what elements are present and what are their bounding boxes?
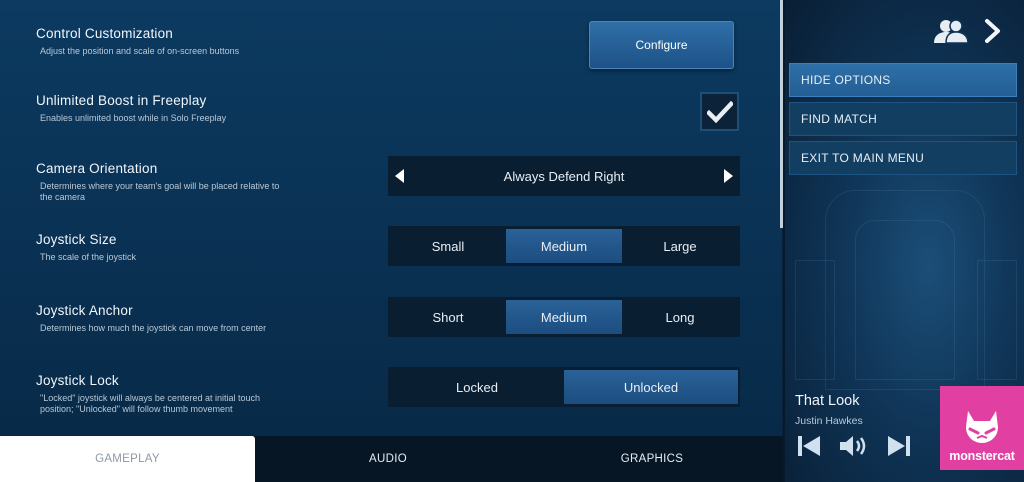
now-playing-title: That Look [795, 393, 860, 409]
exit-to-main-menu-button[interactable]: EXIT TO MAIN MENU [789, 141, 1017, 175]
previous-track-icon[interactable] [797, 434, 821, 458]
music-controls [797, 434, 911, 458]
volume-icon[interactable] [839, 434, 869, 458]
tab-gameplay[interactable]: GAMEPLAY [0, 436, 255, 482]
joystick-anchor-selector: Short Medium Long [388, 297, 740, 337]
setting-title: Joystick Lock [36, 373, 119, 388]
setting-title: Joystick Size [36, 232, 117, 247]
tab-audio[interactable]: AUDIO [255, 436, 521, 482]
camera-orientation-selector: Always Defend Right [388, 156, 740, 196]
joystick-anchor-option-long[interactable]: Long [622, 300, 738, 334]
settings-tab-bar: GAMEPLAY AUDIO GRAPHICS [0, 436, 783, 482]
background-arch [855, 220, 955, 380]
next-track-icon[interactable] [887, 434, 911, 458]
setting-description: "Locked" joystick will always be centere… [40, 393, 260, 414]
joystick-anchor-option-short[interactable]: Short [390, 300, 506, 334]
setting-unlimited-boost: Unlimited Boost in Freeplay Enables unli… [36, 93, 296, 124]
background-pillar [977, 260, 1017, 380]
setting-control-customization: Control Customization Adjust the positio… [36, 26, 296, 57]
setting-joystick-lock: Joystick Lock "Locked" joystick will alw… [36, 373, 296, 415]
setting-description: Enables unlimited boost while in Solo Fr… [40, 113, 227, 123]
joystick-size-option-small[interactable]: Small [390, 229, 506, 263]
party-icon[interactable] [932, 18, 970, 44]
camera-orientation-value: Always Defend Right [503, 168, 625, 184]
joystick-lock-option-unlocked[interactable]: Unlocked [564, 370, 738, 404]
setting-title: Control Customization [36, 26, 174, 41]
hide-options-button[interactable]: HIDE OPTIONS [789, 63, 1017, 97]
setting-description: The scale of the joystick [40, 252, 137, 262]
setting-description: Adjust the position and scale of on-scre… [40, 46, 240, 56]
setting-title: Camera Orientation [36, 161, 158, 176]
monstercat-logo-icon [966, 411, 998, 443]
setting-camera-orientation: Camera Orientation Determines where your… [36, 161, 296, 203]
joystick-lock-selector: Locked Unlocked [388, 367, 740, 407]
joystick-lock-option-locked[interactable]: Locked [390, 370, 564, 404]
setting-description: Determines where your team's goal will b… [40, 181, 280, 202]
arrow-left-icon[interactable] [388, 169, 412, 183]
background-pillar [795, 260, 835, 380]
check-icon [706, 100, 733, 123]
settings-panel: Control Customization Adjust the positio… [0, 0, 782, 436]
joystick-size-option-medium[interactable]: Medium [506, 229, 622, 263]
setting-joystick-anchor: Joystick Anchor Determines how much the … [36, 303, 296, 334]
album-art: monstercat [940, 386, 1024, 470]
tab-graphics[interactable]: GRAPHICS [521, 436, 783, 482]
now-playing-artist: Justin Hawkes [795, 415, 863, 427]
album-brand-label: monstercat [949, 449, 1015, 463]
setting-title: Unlimited Boost in Freeplay [36, 93, 207, 108]
unlimited-boost-checkbox[interactable] [700, 92, 739, 131]
setting-description: Determines how much the joystick can mov… [40, 323, 267, 333]
side-top-icons [932, 18, 1002, 44]
chevron-right-icon[interactable] [984, 18, 1002, 44]
arrow-right-icon[interactable] [716, 169, 740, 183]
joystick-size-option-large[interactable]: Large [622, 229, 738, 263]
joystick-anchor-option-medium[interactable]: Medium [506, 300, 622, 334]
configure-button[interactable]: Configure [589, 21, 734, 69]
find-match-button[interactable]: FIND MATCH [789, 102, 1017, 136]
setting-joystick-size: Joystick Size The scale of the joystick [36, 232, 296, 263]
setting-title: Joystick Anchor [36, 303, 133, 318]
joystick-size-selector: Small Medium Large [388, 226, 740, 266]
